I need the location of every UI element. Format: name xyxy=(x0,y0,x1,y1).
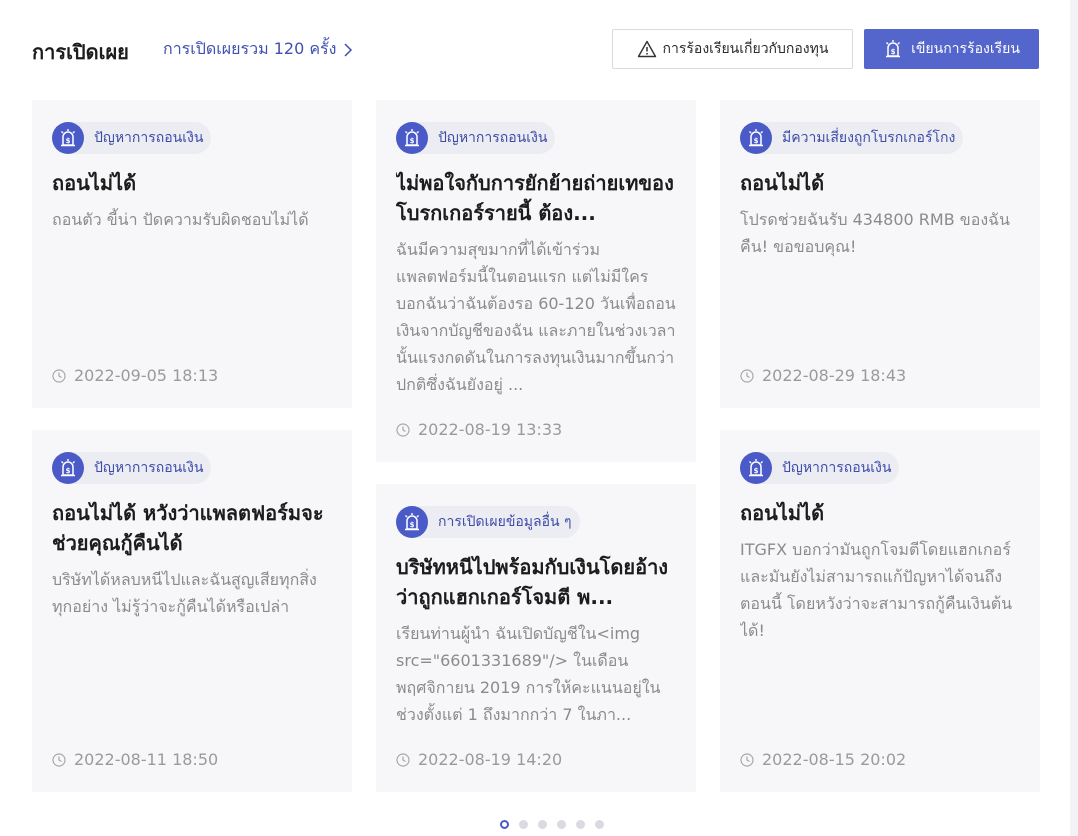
card-date-text: 2022-08-19 13:33 xyxy=(418,420,563,439)
shield-dollar-icon: $ xyxy=(52,452,84,484)
disclosure-card[interactable]: $ ปัญหาการถอนเงิน ไม่พอใจกับการยักย้ายถ่… xyxy=(376,100,696,462)
card-excerpt: ITGFX บอกว่ามันถูกโจมตีโดยแฮกเกอร์ และมั… xyxy=(740,540,1013,640)
card-title: ถอนไม่ได้ xyxy=(740,171,825,195)
write-complaint-button[interactable]: $ เขียนการร้องเรียน xyxy=(864,29,1039,69)
pagination-dot-3[interactable] xyxy=(538,820,547,829)
clock-icon xyxy=(52,752,66,767)
shield-dollar-icon: $ xyxy=(396,122,428,154)
disclosure-card[interactable]: $ การเปิดเผยข้อมูลอื่น ๆ บริษัทหนีไปพร้อ… xyxy=(376,484,696,792)
card-date-text: 2022-08-19 14:20 xyxy=(418,750,563,769)
svg-text:$: $ xyxy=(66,467,71,475)
total-disclosures-label: การเปิดเผยรวม 120 ครั้ง xyxy=(163,39,337,58)
svg-text:$: $ xyxy=(754,467,759,475)
clock-icon xyxy=(740,752,754,767)
warning-triangle-icon xyxy=(637,40,656,58)
svg-text:$: $ xyxy=(891,48,896,56)
card-date-text: 2022-08-11 18:50 xyxy=(74,750,219,769)
pagination-dot-4[interactable] xyxy=(557,820,566,829)
card-title: ถอนไม่ได้ xyxy=(52,171,137,195)
card-excerpt: ฉันมีความสุขมากที่ได้เข้าร่วมแพลตฟอร์มนี… xyxy=(396,240,676,394)
write-complaint-label: เขียนการร้องเรียน xyxy=(911,41,1020,57)
disclosure-card[interactable]: $ ปัญหาการถอนเงิน ถอนไม่ได้ ถอนตัว ขี้น่… xyxy=(32,100,352,408)
svg-text:$: $ xyxy=(410,521,415,529)
shield-dollar-icon: $ xyxy=(886,40,901,58)
card-date: 2022-08-15 20:02 xyxy=(740,750,906,769)
total-disclosures-link[interactable]: การเปิดเผยรวม 120 ครั้ง xyxy=(163,37,354,62)
disclosure-card[interactable]: $ ปัญหาการถอนเงิน ถอนไม่ได้ ITGFX บอกว่า… xyxy=(720,430,1040,792)
card-date: 2022-08-19 14:20 xyxy=(396,750,562,769)
card-excerpt: โปรดช่วยฉันรับ 434800 RMB ของฉันคืน! ขอข… xyxy=(740,210,1010,256)
category-tag: $ ปัญหาการถอนเงิน xyxy=(52,452,212,484)
card-title: ถอนไม่ได้ xyxy=(740,501,825,525)
card-date: 2022-09-05 18:13 xyxy=(52,366,218,385)
svg-text:$: $ xyxy=(66,137,71,145)
shield-dollar-icon: $ xyxy=(740,452,772,484)
card-excerpt: เรียนท่านผู้นำ ฉันเปิดบัญชีใน<img src="6… xyxy=(396,624,661,724)
disclosure-card[interactable]: $ มีความเสี่ยงถูกโบรกเกอร์โกง ถอนไม่ได้ … xyxy=(720,100,1040,408)
pagination-dots xyxy=(500,820,604,829)
shield-dollar-icon: $ xyxy=(396,506,428,538)
card-excerpt: ถอนตัว ขี้น่า ปัดความรับผิดชอบไม่ได้ xyxy=(52,210,309,229)
category-label: ปัญหาการถอนเงิน xyxy=(94,130,204,146)
card-date: 2022-08-11 18:50 xyxy=(52,750,218,769)
category-label: การเปิดเผยข้อมูลอื่น ๆ xyxy=(438,514,572,530)
card-date-text: 2022-08-15 20:02 xyxy=(762,750,907,769)
category-label: ปัญหาการถอนเงิน xyxy=(438,130,548,146)
category-tag: $ ปัญหาการถอนเงิน xyxy=(52,122,212,154)
svg-text:$: $ xyxy=(410,137,415,145)
card-date-text: 2022-09-05 18:13 xyxy=(74,366,219,385)
card-title: ถอนไม่ได้ หวังว่าแพลตฟอร์มจะช่วยคุณกู้คื… xyxy=(52,501,324,555)
card-date-text: 2022-08-29 18:43 xyxy=(762,366,907,385)
fund-complaint-button[interactable]: การร้องเรียนเกี่ยวกับกองทุน xyxy=(612,29,853,69)
card-title: บริษัทหนีไปพร้อมกับเงินโดยอ้างว่าถูกแฮกเ… xyxy=(396,555,669,609)
category-label: ปัญหาการถอนเงิน xyxy=(782,460,892,476)
card-date: 2022-08-29 18:43 xyxy=(740,366,906,385)
card-date: 2022-08-19 13:33 xyxy=(396,420,562,439)
svg-text:$: $ xyxy=(754,137,759,145)
category-label: มีความเสี่ยงถูกโบรกเกอร์โกง xyxy=(782,130,956,146)
shield-dollar-icon: $ xyxy=(52,122,84,154)
category-tag: $ ปัญหาการถอนเงิน xyxy=(740,452,900,484)
page-title: การเปิดเผย xyxy=(32,40,129,64)
chevron-right-icon xyxy=(344,42,353,57)
page-header: การเปิดเผย การเปิดเผยรวม 120 ครั้ง การร้… xyxy=(32,26,1040,72)
fund-complaint-label: การร้องเรียนเกี่ยวกับกองทุน xyxy=(662,41,829,57)
clock-icon xyxy=(396,752,410,767)
category-tag: $ มีความเสี่ยงถูกโบรกเกอร์โกง xyxy=(740,122,964,154)
pagination-dot-1[interactable] xyxy=(500,820,509,829)
scrollbar-track[interactable] xyxy=(1070,0,1078,836)
card-excerpt: บริษัทได้หลบหนีไปและฉันสูญเสียทุกสิ่งทุก… xyxy=(52,570,317,616)
pagination-dot-5[interactable] xyxy=(576,820,585,829)
pagination-dot-6[interactable] xyxy=(595,820,604,829)
category-label: ปัญหาการถอนเงิน xyxy=(94,460,204,476)
shield-dollar-icon: $ xyxy=(740,122,772,154)
category-tag: $ การเปิดเผยข้อมูลอื่น ๆ xyxy=(396,506,580,538)
category-tag: $ ปัญหาการถอนเงิน xyxy=(396,122,556,154)
disclosure-card[interactable]: $ ปัญหาการถอนเงิน ถอนไม่ได้ หวังว่าแพลตฟ… xyxy=(32,430,352,792)
clock-icon xyxy=(740,368,754,383)
card-title: ไม่พอใจกับการยักย้ายถ่ายเทของโบรกเกอร์รา… xyxy=(396,171,674,225)
clock-icon xyxy=(396,422,410,437)
pagination-dot-2[interactable] xyxy=(519,820,528,829)
clock-icon xyxy=(52,368,66,383)
